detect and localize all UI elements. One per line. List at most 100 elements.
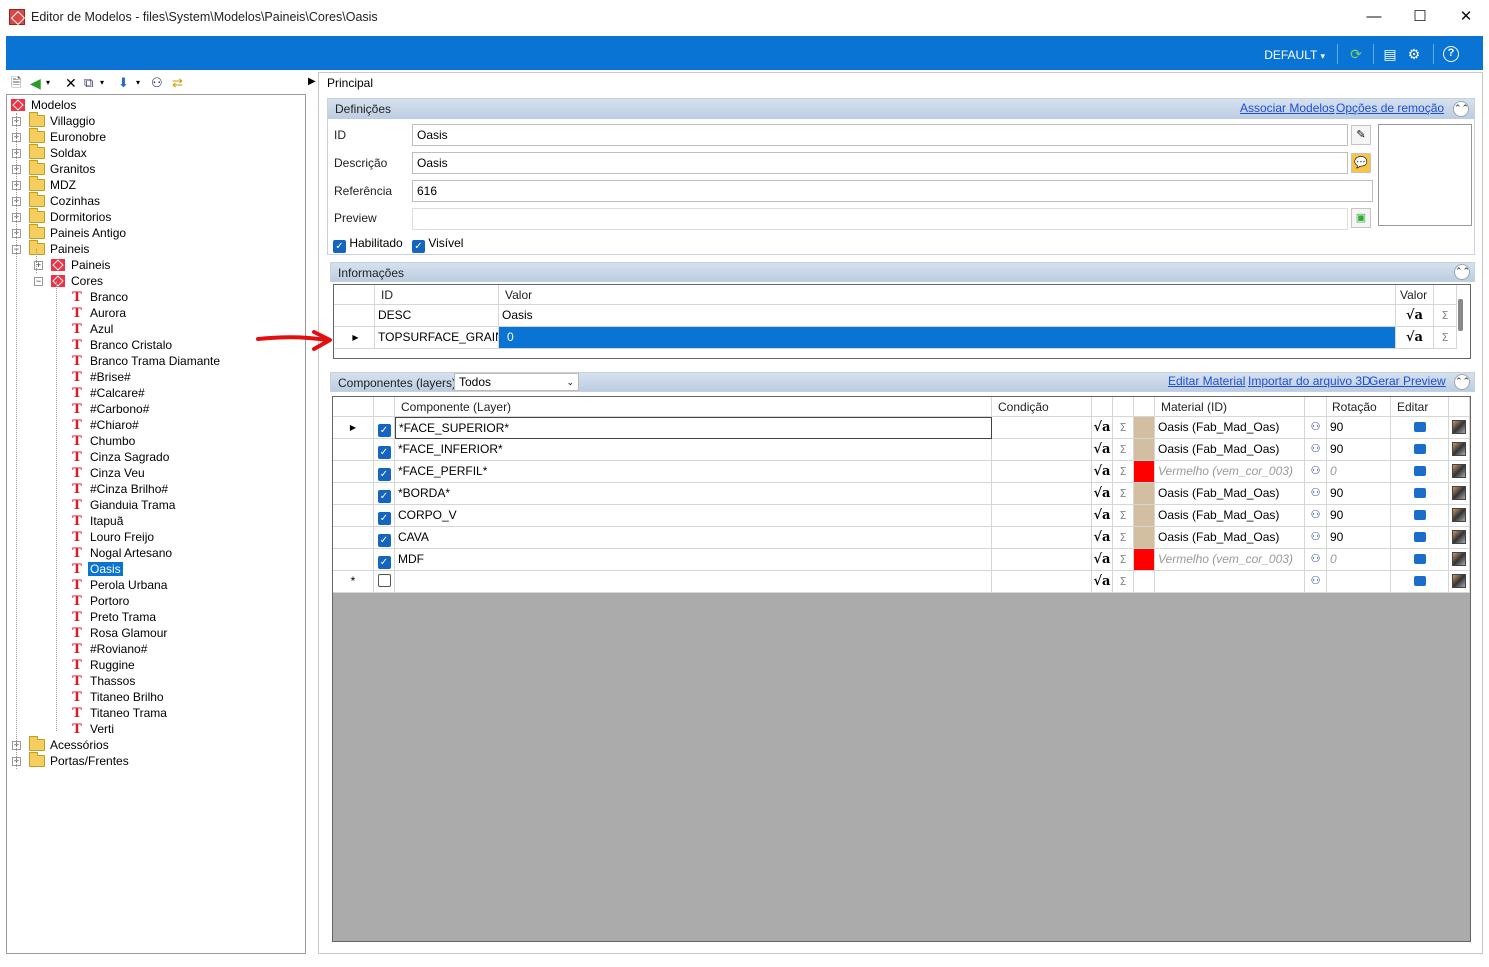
grid-cell[interactable] bbox=[992, 505, 1092, 527]
check-icon[interactable]: ✓ bbox=[377, 556, 391, 569]
tree-item-6[interactable]: T #Calcare# bbox=[71, 385, 147, 401]
tree-folder[interactable]: Granitos bbox=[29, 160, 97, 177]
material-preview-icon[interactable] bbox=[1452, 420, 1466, 434]
formula-icon[interactable]: √a bbox=[1092, 549, 1113, 571]
edit-button[interactable] bbox=[1391, 571, 1449, 593]
tree-folder[interactable]: Villaggio bbox=[29, 112, 97, 129]
habilitado-checkbox[interactable]: ✓ Habilitado bbox=[333, 236, 403, 253]
edit-button[interactable] bbox=[1391, 549, 1449, 571]
edit-id-icon[interactable]: ✎ bbox=[1351, 125, 1371, 145]
tree-item-5[interactable]: T #Brise# bbox=[71, 369, 133, 385]
sigma-icon[interactable]: Σ bbox=[1113, 439, 1134, 461]
material-id[interactable]: Oasis (Fab_Mad_Oas) bbox=[1155, 439, 1305, 461]
grid-cell[interactable] bbox=[1134, 571, 1155, 593]
tree-item-13[interactable]: T Gianduia Trama bbox=[71, 497, 177, 513]
sigma-icon[interactable]: Σ bbox=[1113, 461, 1134, 483]
material-preview-button[interactable] bbox=[1449, 571, 1470, 593]
col-id-header[interactable]: ID bbox=[375, 285, 499, 305]
col-valor2-header[interactable]: Valor bbox=[1396, 285, 1434, 305]
tree-item-19[interactable]: T Portoro bbox=[71, 593, 131, 609]
sigma-icon[interactable]: Σ bbox=[1434, 327, 1457, 349]
tree-item-9[interactable]: T Chumbo bbox=[71, 433, 137, 449]
layer-name[interactable]: *FACE_SUPERIOR* bbox=[395, 417, 992, 439]
collapse-icon[interactable]: ⌃⌃ bbox=[1454, 374, 1470, 390]
grid-cell[interactable] bbox=[1327, 571, 1391, 593]
rotation-value[interactable]: 90 bbox=[1327, 505, 1391, 527]
col-rotacao-header[interactable]: Rotação bbox=[1327, 397, 1391, 417]
binoculars-icon[interactable]: ⚇ bbox=[1305, 461, 1327, 483]
grid-cell[interactable] bbox=[1155, 571, 1305, 593]
sigma-icon[interactable]: Σ bbox=[1113, 549, 1134, 571]
collapse-icon[interactable]: ⌃⌃ bbox=[1453, 101, 1469, 117]
edit-icon[interactable] bbox=[1413, 444, 1426, 454]
check-icon[interactable]: ✓ bbox=[377, 534, 391, 547]
visivel-checkbox[interactable]: ✓ Visível bbox=[412, 236, 463, 253]
id-field[interactable]: Oasis bbox=[412, 124, 1348, 146]
collapse-panel-icon[interactable]: ▶ bbox=[308, 76, 316, 87]
material-id[interactable]: Vermelho (vem_cor_003) bbox=[1155, 461, 1305, 483]
tree-item-22[interactable]: T #Roviano# bbox=[71, 641, 149, 657]
back-icon[interactable]: ◀ bbox=[30, 75, 41, 91]
enabled-checkbox[interactable]: ✓ bbox=[374, 527, 395, 549]
tree-item-21[interactable]: T Rosa Glamour bbox=[71, 625, 169, 641]
layer-name[interactable]: *FACE_INFERIOR* bbox=[395, 439, 992, 461]
formula-icon[interactable]: √a bbox=[1092, 439, 1113, 461]
tree-item-27[interactable]: T Verti bbox=[71, 721, 116, 737]
tree-item-8[interactable]: T #Chiaro# bbox=[71, 417, 141, 433]
binoculars-icon[interactable]: ⚇ bbox=[1305, 439, 1327, 461]
material-preview-icon[interactable] bbox=[1452, 486, 1466, 500]
scrollbar[interactable] bbox=[1458, 299, 1463, 331]
grid-cell[interactable] bbox=[992, 549, 1092, 571]
edit-icon[interactable] bbox=[1413, 510, 1426, 520]
tree-item-1[interactable]: T Aurora bbox=[71, 305, 128, 321]
grid-cell[interactable] bbox=[992, 461, 1092, 483]
tree-folder[interactable]: Soldax bbox=[29, 144, 89, 161]
delete-icon[interactable]: ✕ bbox=[65, 75, 77, 91]
formula-icon[interactable]: √a bbox=[1092, 527, 1113, 549]
enabled-checkbox[interactable]: ✓ bbox=[374, 417, 395, 439]
image-icon[interactable]: ▣ bbox=[1351, 208, 1371, 228]
material-id[interactable]: Oasis (Fab_Mad_Oas) bbox=[1155, 483, 1305, 505]
move-down-icon[interactable]: ⬇ bbox=[118, 75, 129, 91]
componentes-grid[interactable]: Componente (Layer) Condição Material (ID… bbox=[332, 396, 1471, 942]
principal-tab[interactable]: Principal bbox=[327, 76, 373, 90]
rotation-value[interactable]: 0 bbox=[1327, 549, 1391, 571]
tree-root[interactable]: Modelos bbox=[11, 97, 78, 113]
rotation-value[interactable]: 90 bbox=[1327, 483, 1391, 505]
binoculars-icon[interactable]: ⚇ bbox=[1305, 571, 1327, 593]
rotation-value[interactable]: 90 bbox=[1327, 439, 1391, 461]
binoculars-icon[interactable]: ⚇ bbox=[1305, 549, 1327, 571]
binoculars-icon[interactable]: ⚇ bbox=[1305, 417, 1327, 439]
sigma-icon[interactable]: Σ bbox=[1113, 483, 1134, 505]
grid-cell[interactable] bbox=[992, 439, 1092, 461]
sigma-icon[interactable]: Σ bbox=[1113, 527, 1134, 549]
checkbox-empty[interactable] bbox=[377, 574, 391, 587]
edit-icon[interactable] bbox=[1413, 466, 1426, 476]
edit-button[interactable] bbox=[1391, 439, 1449, 461]
binoculars-icon[interactable]: ⚇ bbox=[1305, 505, 1327, 527]
layer-name[interactable]: *BORDA* bbox=[395, 483, 992, 505]
material-preview-icon[interactable] bbox=[1452, 442, 1466, 456]
formula-icon[interactable]: √a bbox=[1092, 505, 1113, 527]
tree-folder[interactable]: Dormitorios bbox=[29, 208, 113, 225]
info-row-value-selected[interactable]: 0 bbox=[499, 327, 1396, 349]
associar-modelos-link[interactable]: Associar Modelos bbox=[1240, 101, 1335, 115]
tree-item-25[interactable]: T Titaneo Brilho bbox=[71, 689, 166, 705]
material-id[interactable]: Oasis (Fab_Mad_Oas) bbox=[1155, 527, 1305, 549]
layer-name[interactable]: *FACE_PERFIL* bbox=[395, 461, 992, 483]
tree-folder[interactable]: Acessórios bbox=[29, 736, 111, 753]
formula-icon[interactable]: √a bbox=[1396, 327, 1434, 349]
layer-name[interactable]: CORPO_V bbox=[395, 505, 992, 527]
material-preview-button[interactable] bbox=[1449, 527, 1470, 549]
tree-item-2[interactable]: T Azul bbox=[71, 321, 115, 337]
edit-icon[interactable] bbox=[1413, 422, 1426, 432]
edit-button[interactable] bbox=[1391, 505, 1449, 527]
layer-filter-select[interactable]: Todos ⌄ bbox=[454, 373, 579, 391]
chevron-down-icon[interactable]: ▾ bbox=[46, 75, 50, 91]
rotation-value[interactable]: 90 bbox=[1327, 527, 1391, 549]
material-preview-icon[interactable] bbox=[1452, 530, 1466, 544]
formula-icon[interactable]: √a bbox=[1092, 483, 1113, 505]
material-id[interactable]: Vermelho (vem_cor_003) bbox=[1155, 549, 1305, 571]
tree-item-0[interactable]: T Branco bbox=[71, 289, 130, 305]
material-preview-button[interactable] bbox=[1449, 505, 1470, 527]
